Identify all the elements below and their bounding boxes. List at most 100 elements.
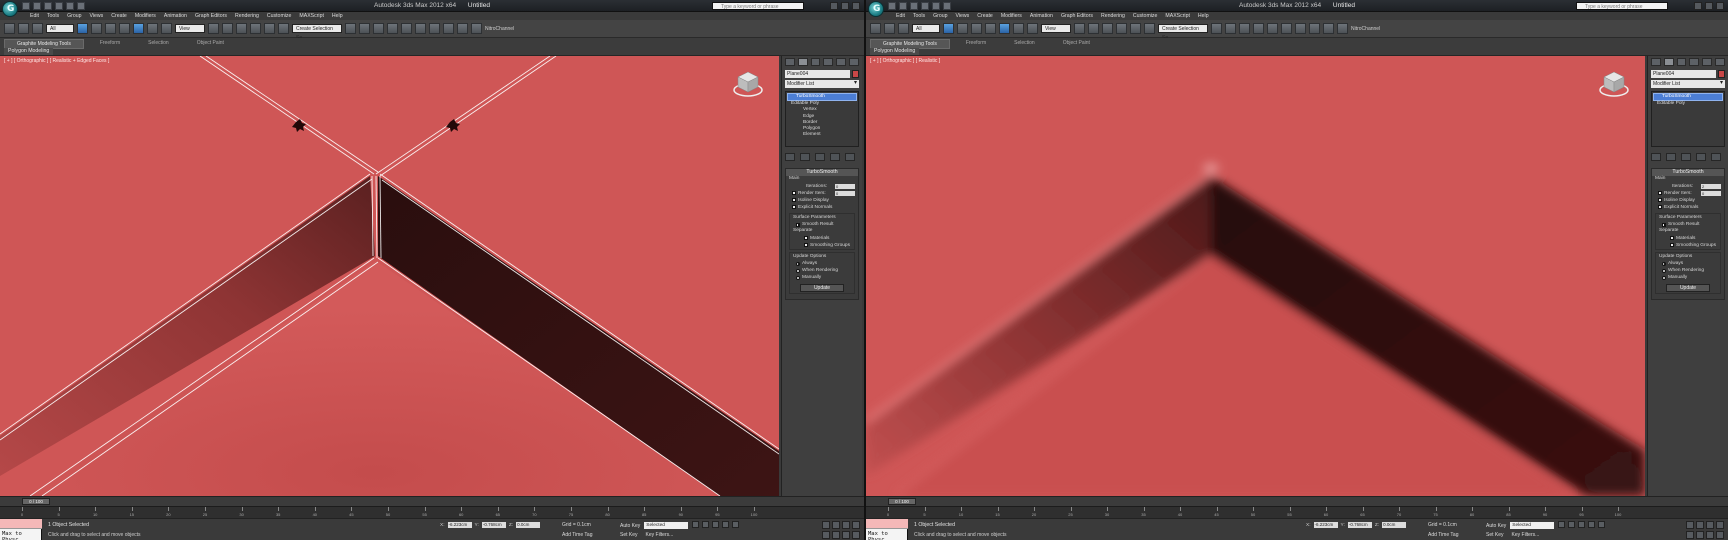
render-iters-checkbox[interactable] (792, 191, 796, 195)
create-tab-icon[interactable] (1651, 58, 1661, 66)
zoom-all-icon[interactable] (832, 521, 840, 529)
modifier-stack-item[interactable]: Editable Poly (1653, 101, 1723, 107)
menu-graph-editors[interactable]: Graph Editors (195, 12, 227, 20)
menu-rendering[interactable]: Rendering (235, 12, 259, 20)
manipulate-icon[interactable] (222, 23, 233, 34)
menu-graph-editors[interactable]: Graph Editors (1061, 12, 1093, 20)
mirror-icon[interactable] (1211, 23, 1222, 34)
go-to-start-icon[interactable] (692, 521, 699, 528)
play-icon[interactable] (1578, 521, 1585, 528)
manually-radio[interactable] (1662, 275, 1666, 280)
rollout-title[interactable]: TurboSmooth (1652, 169, 1724, 176)
viewcube-icon[interactable] (1599, 68, 1629, 98)
when-rendering-radio[interactable] (1662, 268, 1666, 273)
time-slider[interactable]: 0 / 100 (22, 498, 50, 505)
show-end-result-icon[interactable] (800, 153, 810, 161)
close-icon[interactable] (852, 2, 860, 10)
tab-selection[interactable]: Selection (1002, 39, 1047, 49)
ribbon-panel-polygon-modeling[interactable]: Polygon Modeling (870, 48, 920, 55)
move-icon[interactable] (999, 23, 1010, 34)
unlink-icon[interactable] (884, 23, 895, 34)
menu-customize[interactable]: Customize (267, 12, 292, 20)
curve-editor-icon[interactable] (401, 23, 412, 34)
iterations-spinner[interactable]: 2 (1701, 183, 1721, 189)
percent-snap-icon[interactable] (1130, 23, 1141, 34)
bind-space-warp-icon[interactable] (32, 23, 43, 34)
named-selection-select[interactable]: Create Selection Se (292, 24, 342, 41)
unlink-icon[interactable] (18, 23, 29, 34)
go-to-end-icon[interactable] (1598, 521, 1605, 528)
align-icon[interactable] (359, 23, 370, 34)
previous-frame-icon[interactable] (1568, 521, 1575, 528)
close-icon[interactable] (1716, 2, 1724, 10)
material-editor-icon[interactable] (429, 23, 440, 34)
tab-selection[interactable]: Selection (136, 39, 181, 49)
menu-group[interactable]: Group (933, 12, 947, 20)
viewport-label[interactable]: [ + ] [ Orthographic ] [ Realistic ] (870, 58, 940, 64)
z-coord-field[interactable]: 0.0cm (516, 522, 541, 528)
key-mode-select[interactable]: Selected (644, 522, 689, 529)
always-radio[interactable] (796, 261, 800, 266)
next-frame-icon[interactable] (722, 521, 729, 528)
explicit-normals-checkbox[interactable] (1658, 205, 1662, 209)
auto-key-button[interactable]: Auto Key (620, 523, 640, 529)
smooth-result-checkbox[interactable] (796, 222, 800, 227)
menu-edit[interactable]: Edit (30, 12, 39, 20)
angle-snap-icon[interactable] (1116, 23, 1127, 34)
modifier-stack-item[interactable]: Element (787, 132, 857, 138)
create-tab-icon[interactable] (785, 58, 795, 66)
set-key-button[interactable]: Set Key (620, 532, 638, 538)
track-bar[interactable]: 0 5 10 15 20 25 30 35 40 45 50 55 60 65 70 75 80 85 90 95 10… (866, 506, 1728, 518)
utilities-tab-icon[interactable] (849, 58, 859, 66)
modify-tab-icon[interactable] (1663, 58, 1674, 66)
search-input[interactable]: Type a keyword or phrase (712, 2, 804, 10)
modifier-stack-item[interactable]: TurboSmooth (1653, 93, 1723, 102)
zoom-extents-icon[interactable] (842, 521, 850, 529)
layer-manager-icon[interactable] (373, 23, 384, 34)
maxscript-listener[interactable]: Max to Physc (866, 519, 908, 540)
ribbon-panel-polygon-modeling[interactable]: Polygon Modeling (4, 48, 54, 55)
explicit-normals-checkbox[interactable] (792, 205, 796, 209)
menu-animation[interactable]: Animation (1030, 12, 1053, 20)
utilities-tab-icon[interactable] (1715, 58, 1725, 66)
hierarchy-tab-icon[interactable] (1676, 58, 1687, 66)
graphite-toggle-icon[interactable] (387, 23, 398, 34)
key-mode-select[interactable]: Selected (1510, 522, 1555, 529)
orbit-icon[interactable] (842, 531, 850, 539)
app-logo-icon[interactable]: G (868, 1, 884, 17)
menu-views[interactable]: Views (89, 12, 103, 20)
rotate-icon[interactable] (1013, 23, 1024, 34)
pan-icon[interactable] (832, 531, 840, 539)
select-by-name-icon[interactable] (91, 23, 102, 34)
search-input[interactable]: Type a keyword or phrase (1576, 2, 1668, 10)
display-tab-icon[interactable] (1702, 58, 1713, 66)
menu-customize[interactable]: Customize (1133, 12, 1158, 20)
zoom-icon[interactable] (1686, 521, 1694, 529)
next-frame-icon[interactable] (1588, 521, 1595, 528)
manually-radio[interactable] (796, 275, 800, 280)
object-name-field[interactable]: Plane004 (1651, 70, 1716, 78)
ref-coord-select[interactable]: View (175, 24, 205, 33)
z-coord-field[interactable]: 0.0cm (1382, 522, 1407, 528)
update-button[interactable]: Update (800, 284, 844, 292)
object-color-swatch[interactable] (852, 70, 859, 78)
go-to-start-icon[interactable] (1558, 521, 1565, 528)
go-to-end-icon[interactable] (732, 521, 739, 528)
rect-selection-icon[interactable] (105, 23, 116, 34)
pivot-center-icon[interactable] (1074, 23, 1085, 34)
menu-edit[interactable]: Edit (896, 12, 905, 20)
spinner-snap-icon[interactable] (1144, 23, 1155, 34)
update-button[interactable]: Update (1666, 284, 1710, 292)
material-editor-icon[interactable] (1295, 23, 1306, 34)
select-object-icon[interactable] (943, 23, 954, 34)
smoothing-groups-checkbox[interactable] (1670, 243, 1674, 247)
window-crossing-icon[interactable] (119, 23, 130, 34)
play-icon[interactable] (712, 521, 719, 528)
rendered-frame-icon[interactable] (1323, 23, 1334, 34)
maximize-viewport-icon[interactable] (852, 531, 860, 539)
menu-group[interactable]: Group (67, 12, 81, 20)
minimize-icon[interactable] (830, 2, 838, 10)
motion-tab-icon[interactable] (823, 58, 834, 66)
add-time-tag[interactable]: Add Time Tag (562, 532, 592, 538)
window-crossing-icon[interactable] (985, 23, 996, 34)
